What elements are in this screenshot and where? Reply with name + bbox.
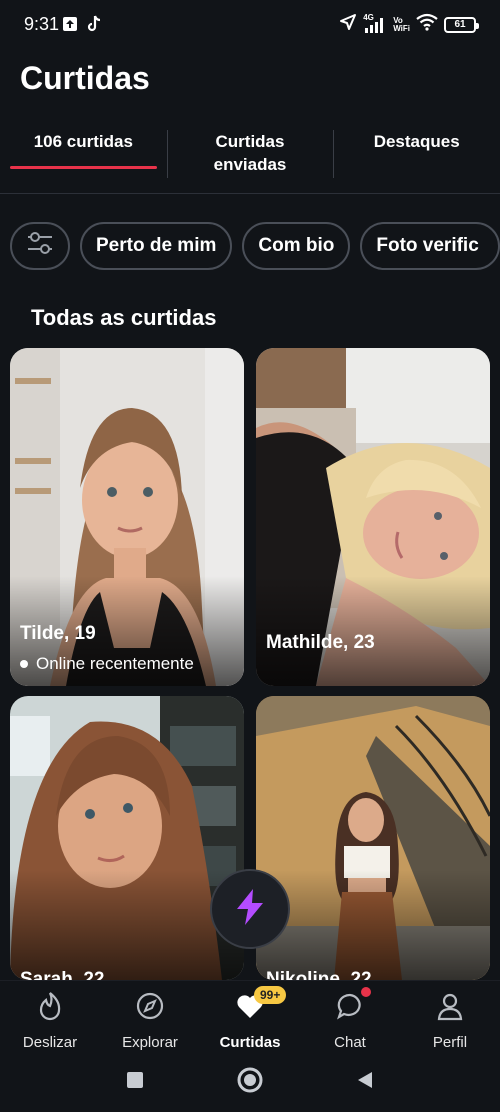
tab-curtidas[interactable]: 106 curtidas xyxy=(0,118,167,193)
screen: 9:31 4G Vo WiFi 61 Curtidas 106 curtidas… xyxy=(0,0,500,1112)
profile-card[interactable]: Tilde, 19 Online recentemente xyxy=(10,348,244,686)
recent-apps-button[interactable] xyxy=(124,1069,146,1096)
profile-card[interactable]: Sarah, 22 xyxy=(10,696,244,980)
home-button[interactable] xyxy=(235,1065,265,1100)
nav-item-explorar[interactable]: Explorar xyxy=(100,981,200,1052)
page-title: Curtidas xyxy=(20,60,150,96)
lightning-bolt-icon xyxy=(233,887,267,932)
chat-bubble-icon xyxy=(335,991,365,1026)
online-status: Online recentemente xyxy=(20,654,194,674)
filter-settings-button[interactable] xyxy=(10,222,70,270)
status-time: 9:31 xyxy=(24,14,60,34)
section-title: Todas as curtidas xyxy=(31,305,217,330)
likes-count-badge: 99+ xyxy=(254,986,287,1004)
profile-card[interactable]: Nikoline, 22 xyxy=(256,696,490,980)
nav-item-deslizar[interactable]: Deslizar xyxy=(0,981,100,1052)
tab-destaques[interactable]: Destaques xyxy=(333,118,500,193)
compass-icon xyxy=(136,991,164,1026)
back-button[interactable] xyxy=(354,1069,376,1096)
profile-name: Nikoline, 22 xyxy=(266,969,372,980)
wifi-icon xyxy=(416,13,438,36)
profile-name: Sarah, 22 xyxy=(20,969,105,980)
filter-chip-com-bio[interactable]: Com bio xyxy=(242,222,351,270)
filter-chip-foto-verificada[interactable]: Foto verific xyxy=(360,222,500,270)
tab-bar: 106 curtidas Curtidas enviadas Destaques xyxy=(0,118,500,194)
person-icon xyxy=(436,991,464,1026)
system-nav-bar xyxy=(0,1052,500,1112)
chat-notification-dot xyxy=(361,987,371,997)
tab-curtidas-enviadas[interactable]: Curtidas enviadas xyxy=(166,118,334,193)
tiktok-icon xyxy=(86,15,102,38)
bottom-nav: Deslizar Explorar 99+ Curtidas Chat Perf… xyxy=(0,980,500,1052)
filter-chip-perto[interactable]: Perto de mim xyxy=(80,222,233,270)
flame-icon xyxy=(36,991,64,1026)
nav-item-curtidas[interactable]: 99+ Curtidas xyxy=(200,981,300,1052)
filter-row: Perto de mim Com bio Foto verific xyxy=(10,222,500,270)
profile-name: Tilde, 19 xyxy=(20,623,96,644)
boost-button[interactable] xyxy=(210,869,290,949)
battery-icon: 61 xyxy=(444,16,479,33)
vowifi-label: Vo WiFi xyxy=(393,15,410,33)
nav-item-perfil[interactable]: Perfil xyxy=(400,981,500,1052)
online-dot-icon xyxy=(20,660,28,668)
location-arrow-icon xyxy=(339,13,357,36)
signal-icon: 4G xyxy=(363,13,387,34)
nav-item-chat[interactable]: Chat xyxy=(300,981,400,1052)
profile-name: Mathilde, 23 xyxy=(266,632,375,653)
upload-notification-icon xyxy=(62,16,78,37)
sliders-icon xyxy=(26,230,54,262)
profile-card[interactable]: Mathilde, 23 xyxy=(256,348,490,686)
status-bar: 9:31 4G Vo WiFi 61 xyxy=(0,0,500,50)
